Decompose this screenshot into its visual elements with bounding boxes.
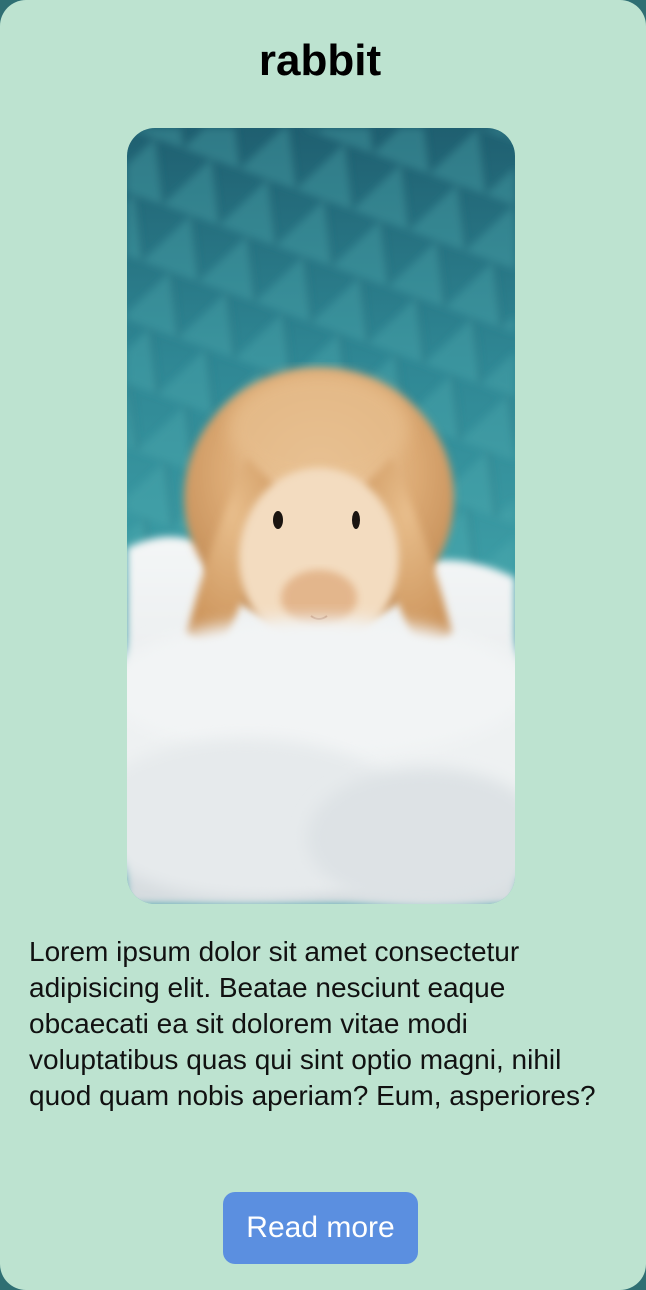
card-description: Lorem ipsum dolor sit amet consectetur a… bbox=[29, 936, 596, 1111]
article-card: rabbit Lorem ipsum dolor sit amet consec… bbox=[0, 0, 646, 1290]
read-more-button[interactable]: Read more bbox=[223, 1192, 418, 1264]
rabbit-photo bbox=[127, 128, 515, 904]
card-title: rabbit bbox=[258, 36, 382, 85]
